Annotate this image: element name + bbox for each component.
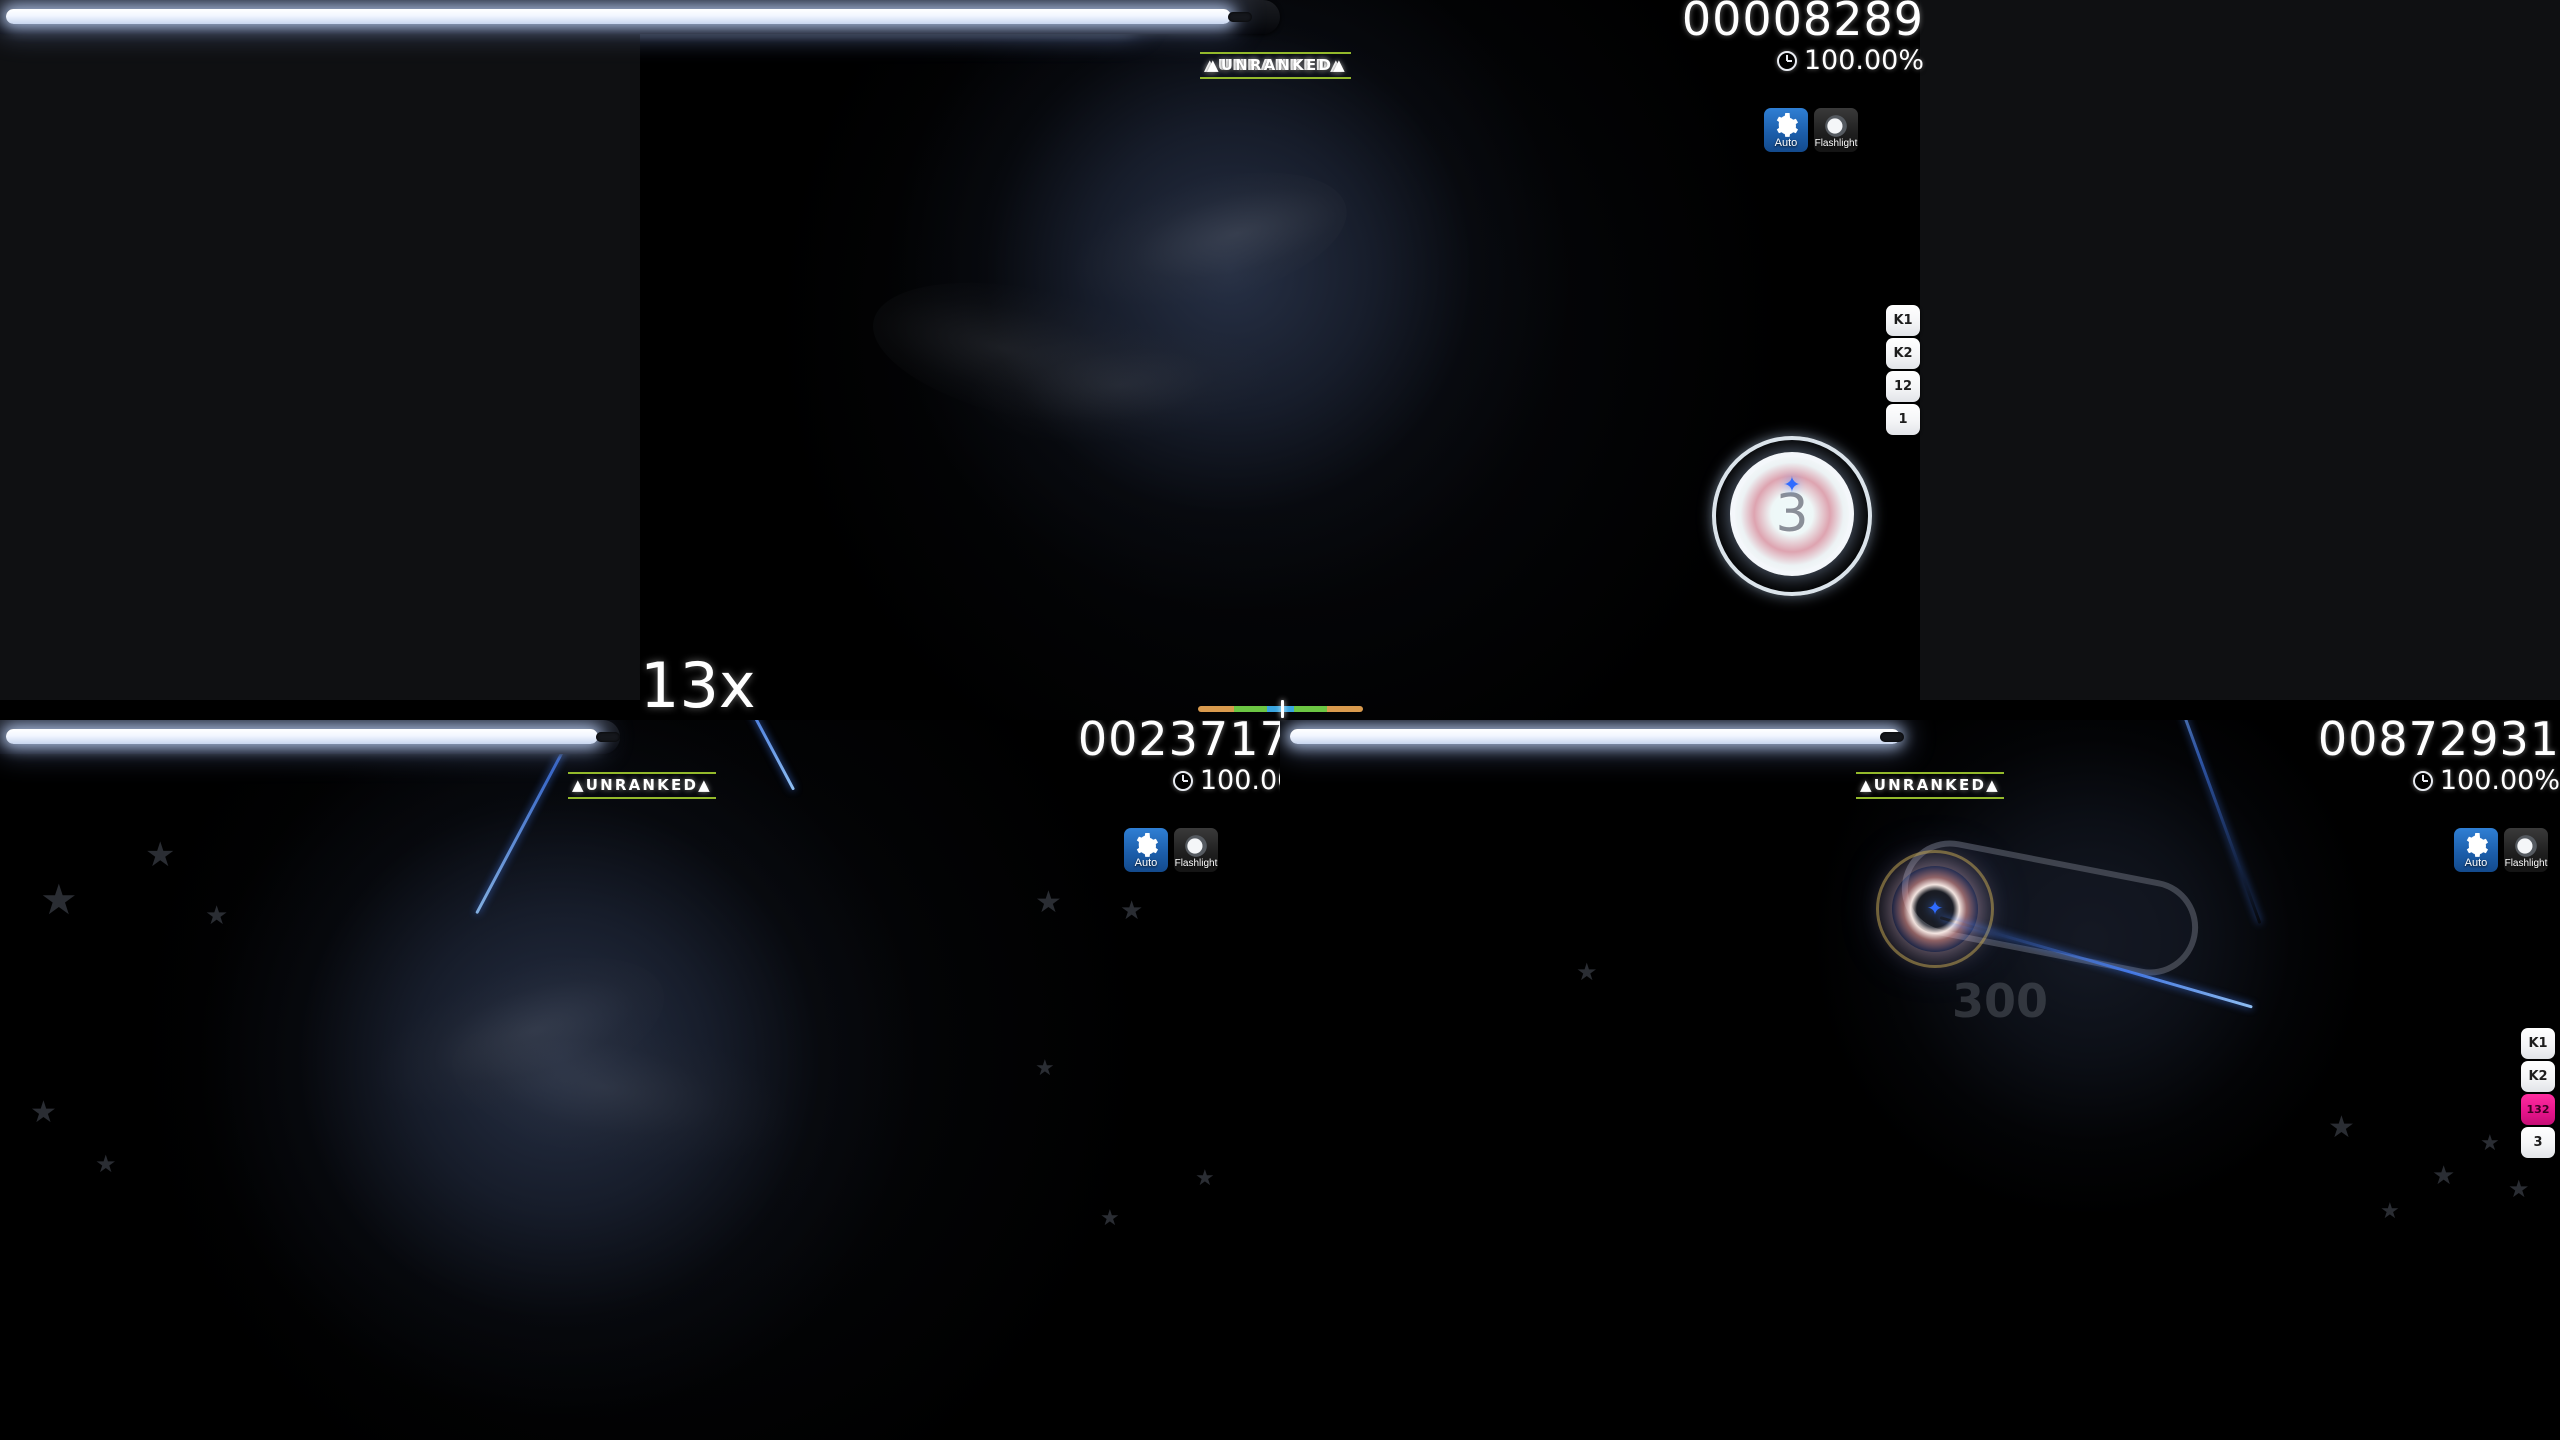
mod-auto[interactable]: Auto (2454, 828, 2498, 872)
game-stage: 300 3 ✦ ▲UNRANKED▲ 00008289 100.00% (0, 0, 2560, 1440)
background-star: ★ (1035, 886, 1062, 919)
hit-error-segment-good (1293, 706, 1327, 712)
key-counter-k1[interactable]: K1 (1886, 305, 1920, 336)
mod-flashlight[interactable]: Flashlight (1814, 108, 1858, 152)
mod-list: Auto Flashlight (2454, 828, 2548, 872)
hit-error-segment-meh (1326, 706, 1363, 712)
hit-circle[interactable]: 3 (1730, 452, 1854, 576)
accuracy-value: 100.00% (1199, 765, 1280, 796)
health-bar-fill (1290, 729, 1900, 744)
accuracy-clock-icon (1172, 770, 1193, 791)
game-instance-bottom-right[interactable]: ✦ 300 ★ ★ ★ ★ ★ ★ ▲UNRANKED▲ 00872931 10… (1280, 720, 2560, 1440)
beatmap-background (1280, 720, 2560, 1440)
health-bar-tip (1228, 12, 1252, 22)
background-star: ★ (1120, 895, 1144, 925)
accuracy-row: 100.00% (1920, 767, 2560, 794)
accuracy-row: 100.00% (1364, 47, 1924, 74)
game-instance-bottom-left[interactable]: ★ ★ ★ ★ ★ ★ ★ ★ ★ ★ ★ ★ ★ ★ ★ ★ 300 1 ✦ (0, 720, 1280, 1440)
health-bar-tip (1880, 732, 1904, 742)
health-bar-tip (596, 732, 620, 742)
mod-auto[interactable]: Auto (1124, 828, 1168, 872)
health-bar (1280, 720, 1904, 754)
background-star: ★ (1195, 1165, 1215, 1190)
background-gradient (640, 0, 1920, 720)
health-bar-top (0, 0, 1280, 34)
mod-flashlight[interactable]: Flashlight (1174, 828, 1218, 872)
flashlight-moon-icon (1823, 113, 1849, 144)
key-counter-k2[interactable]: K2 (1886, 338, 1920, 369)
background-star: ★ (2508, 1176, 2530, 1203)
score-value: 00008289 (1681, 0, 1924, 46)
key-counter-m2[interactable]: 3 (2521, 1127, 2555, 1158)
score-display: 00237173 100.00% (680, 720, 1280, 794)
flashlight-moon-icon (2513, 833, 2539, 864)
hit-error-segment-meh (1198, 706, 1235, 712)
background-star: ★ (1035, 1055, 1055, 1080)
mod-auto[interactable]: Auto (1764, 108, 1808, 152)
health-bar-fill (6, 729, 598, 744)
unranked-badge-top: ▲UNRANKED▲ (1203, 52, 1351, 79)
background-star: ★ (95, 1151, 117, 1178)
health-bar (0, 720, 620, 754)
key-counter-m2[interactable]: 1 (1886, 404, 1920, 435)
key-counter: K1 K2 132 3 (2521, 1028, 2555, 1158)
desktop-background-right (1920, 0, 2560, 700)
background-star: ★ (2328, 1111, 2355, 1144)
accuracy-value: 100.00% (2439, 765, 2560, 796)
accuracy-value: 100.00% (1803, 45, 1924, 76)
score-display: 00872931 100.00% (1920, 720, 2560, 794)
background-star: ★ (2432, 1160, 2456, 1190)
cursor: ✦ (1782, 472, 1802, 497)
key-counter-k1[interactable]: K1 (2521, 1028, 2555, 1059)
score-display-top-right: 00008289 100.00% (1364, 0, 1924, 74)
key-counter-m1[interactable]: 132 (2521, 1094, 2555, 1125)
hit-error-marker (1280, 700, 1284, 718)
desktop-background-left (0, 0, 640, 700)
key-counter-k2[interactable]: K2 (2521, 1061, 2555, 1092)
background-star: ★ (2480, 1130, 2500, 1155)
gear-icon (1773, 113, 1799, 144)
gear-icon (2463, 833, 2489, 864)
background-star: ★ (205, 900, 229, 930)
gear-icon (1133, 833, 1159, 864)
background-star: ★ (2380, 1198, 2400, 1223)
flashlight-moon-icon (1183, 833, 1209, 864)
score-value: 00237173 (1077, 720, 1280, 766)
background-star: ★ (1576, 959, 1598, 986)
health-bar-fill (6, 9, 1231, 24)
background-star: ★ (1100, 1205, 1120, 1230)
key-counter-top-right: K1 K2 12 1 (1886, 305, 1920, 435)
key-counter-m1[interactable]: 12 (1886, 371, 1920, 402)
game-instance-top-right[interactable]: 300 3 ✦ ▲UNRANKED▲ 00008289 100.00% (640, 0, 1920, 720)
mod-list-top-right: Auto Flashlight (1764, 108, 1858, 152)
background-star: ★ (40, 876, 78, 923)
hit-circle-number: 3 (1775, 484, 1809, 544)
mod-flashlight[interactable]: Flashlight (2504, 828, 2548, 872)
accuracy-clock-icon (1776, 50, 1797, 71)
hit-error-segment-good (1234, 706, 1268, 712)
accuracy-clock-icon (2412, 770, 2433, 791)
combo-counter-top-right: 13x (640, 649, 756, 722)
mod-list: Auto Flashlight (1124, 828, 1218, 872)
background-star: ★ (145, 836, 176, 874)
accuracy-row: 100.00% (680, 767, 1280, 794)
hit-judgement-popup: 300 (1952, 974, 2049, 1028)
background-star: ★ (30, 1096, 57, 1129)
hit-error-bar (1198, 700, 1363, 718)
score-value: 00872931 (2317, 720, 2560, 766)
